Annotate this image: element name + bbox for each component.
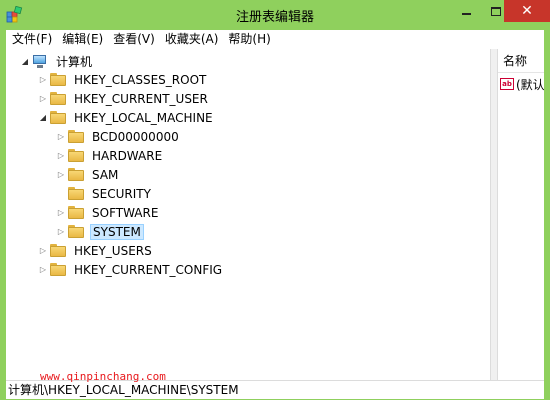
minimize-icon [461,13,471,15]
expand-arrow-icon[interactable]: ▷ [56,132,66,142]
folder-icon [50,244,66,257]
tree-node-hkey-classes-root[interactable]: ▷ HKEY_CLASSES_ROOT [38,70,208,89]
expand-arrow-icon[interactable]: ▷ [38,94,48,104]
tree-node-label: SECURITY [92,186,151,201]
maximize-icon [491,6,501,16]
title-bar[interactable]: 注册表编辑器 ✕ [0,0,550,30]
tree-node-hkey-local-machine[interactable]: ◢ HKEY_LOCAL_MACHINE [38,108,215,127]
folder-icon [68,149,84,162]
tree-node-label: HKEY_CLASSES_ROOT [74,72,207,87]
tree-node-hkey-current-config[interactable]: ▷ HKEY_CURRENT_CONFIG [38,260,224,279]
tree-node-software[interactable]: ▷ SOFTWARE [56,203,160,222]
tree-node-label: HKEY_USERS [74,243,152,258]
folder-icon [68,206,84,219]
tree-node-label: SAM [92,167,119,182]
close-icon: ✕ [521,3,533,19]
tree-node-label: HARDWARE [92,148,163,163]
menu-view[interactable]: 查看(V) [108,30,160,49]
folder-icon [50,263,66,276]
tree-node-label: SOFTWARE [92,205,159,220]
expand-arrow-icon[interactable]: ▷ [56,227,66,237]
minimize-button[interactable] [452,0,480,22]
folder-icon [50,111,66,124]
tree-node-hkey-current-user[interactable]: ▷ HKEY_CURRENT_USER [38,89,210,108]
tree-node-hkey-users[interactable]: ▷ HKEY_USERS [38,241,154,260]
column-header-name[interactable]: 名称 [498,49,544,73]
tree-node-label: 计算机 [56,55,93,69]
status-path: 计算机\HKEY_LOCAL_MACHINE\SYSTEM [8,383,239,397]
pane-splitter[interactable] [490,49,498,380]
tree-node-hardware[interactable]: ▷ HARDWARE [56,146,164,165]
tree-node-label: HKEY_CURRENT_CONFIG [74,262,223,277]
tree-node-security[interactable]: SECURITY [56,184,153,203]
tree-node-sam[interactable]: ▷ SAM [56,165,120,184]
watermark-text: www.qinpinchang.com [40,370,166,383]
client-area: ◢ 计算机 ▷ HKEY_CLASSES_ROOT ▷ HKEY_CURRENT… [6,49,544,380]
close-button[interactable]: ✕ [504,0,550,22]
menu-bar: 文件(F) 编辑(E) 查看(V) 收藏夹(A) 帮助(H) [6,30,544,49]
tree-node-computer[interactable]: ◢ 计算机 [20,52,94,71]
expander-placeholder [56,189,66,199]
value-row-default[interactable]: ab (默认) [500,75,544,93]
menu-help[interactable]: 帮助(H) [223,30,275,49]
registry-editor-window: 注册表编辑器 ✕ 文件(F) 编辑(E) 查看(V) 收藏夹(A) 帮助(H) … [0,0,550,400]
expand-arrow-icon[interactable]: ▷ [56,151,66,161]
menu-favorites[interactable]: 收藏夹(A) [160,30,224,49]
expand-arrow-icon[interactable]: ▷ [38,75,48,85]
expand-arrow-icon[interactable]: ▷ [56,208,66,218]
tree-node-bcd00000000[interactable]: ▷ BCD00000000 [56,127,181,146]
folder-icon [50,73,66,86]
registry-tree[interactable]: ◢ 计算机 ▷ HKEY_CLASSES_ROOT ▷ HKEY_CURRENT… [6,49,490,380]
tree-node-label: HKEY_LOCAL_MACHINE [74,110,213,125]
folder-icon [68,225,84,238]
values-list[interactable]: 名称 ab (默认) [498,49,544,380]
tree-node-label: BCD00000000 [92,129,179,144]
collapse-arrow-icon[interactable]: ◢ [38,113,48,123]
folder-icon [68,187,84,200]
menu-file[interactable]: 文件(F) [6,30,57,49]
value-name: (默认) [516,77,544,92]
string-value-icon: ab [500,78,514,90]
folder-icon [68,130,84,143]
collapse-arrow-icon[interactable]: ◢ [20,57,30,67]
tree-node-label-selected: SYSTEM [90,223,144,240]
expand-arrow-icon[interactable]: ▷ [56,170,66,180]
tree-node-system[interactable]: ▷ SYSTEM [56,222,144,241]
expand-arrow-icon[interactable]: ▷ [38,246,48,256]
computer-icon [32,54,48,69]
expand-arrow-icon[interactable]: ▷ [38,265,48,275]
folder-icon [50,92,66,105]
tree-node-label: HKEY_CURRENT_USER [74,91,208,106]
folder-icon [68,168,84,181]
menu-edit[interactable]: 编辑(E) [57,30,108,49]
